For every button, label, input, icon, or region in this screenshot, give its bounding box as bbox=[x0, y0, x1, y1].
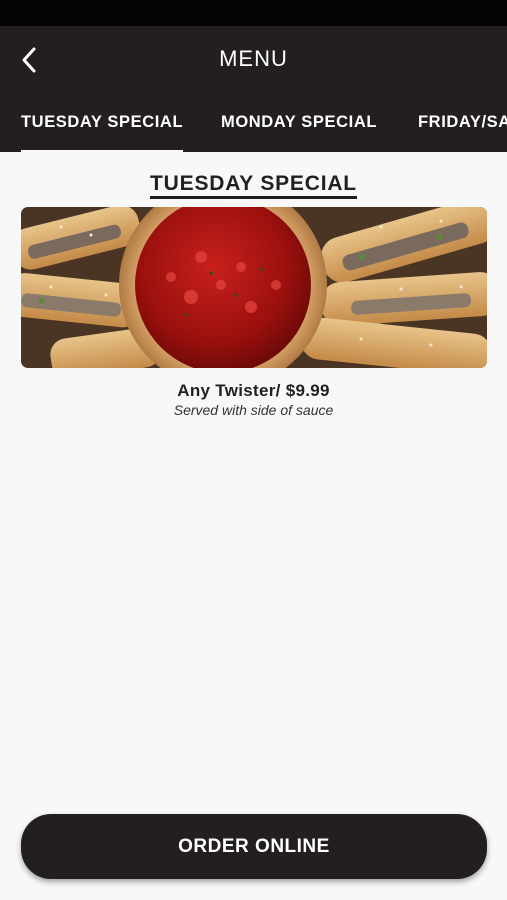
section-title: TUESDAY SPECIAL bbox=[0, 172, 507, 199]
order-online-button[interactable]: ORDER ONLINE bbox=[21, 814, 487, 879]
tab-bar: TUESDAY SPECIAL MONDAY SPECIAL FRIDAY/SA bbox=[0, 94, 507, 152]
item-name: Any Twister/ $9.99 bbox=[177, 381, 330, 400]
tab-tuesday-special[interactable]: TUESDAY SPECIAL bbox=[21, 94, 184, 152]
tab-friday-saturday-special[interactable]: FRIDAY/SA bbox=[418, 94, 507, 152]
special-image bbox=[21, 207, 487, 368]
section-title-text: TUESDAY SPECIAL bbox=[150, 172, 357, 199]
app-header: MENU bbox=[0, 26, 507, 94]
status-bar bbox=[0, 0, 507, 26]
page-title: MENU bbox=[219, 46, 288, 71]
tab-monday-special[interactable]: MONDAY SPECIAL bbox=[221, 94, 377, 152]
item-description: Served with side of sauce bbox=[173, 402, 334, 418]
